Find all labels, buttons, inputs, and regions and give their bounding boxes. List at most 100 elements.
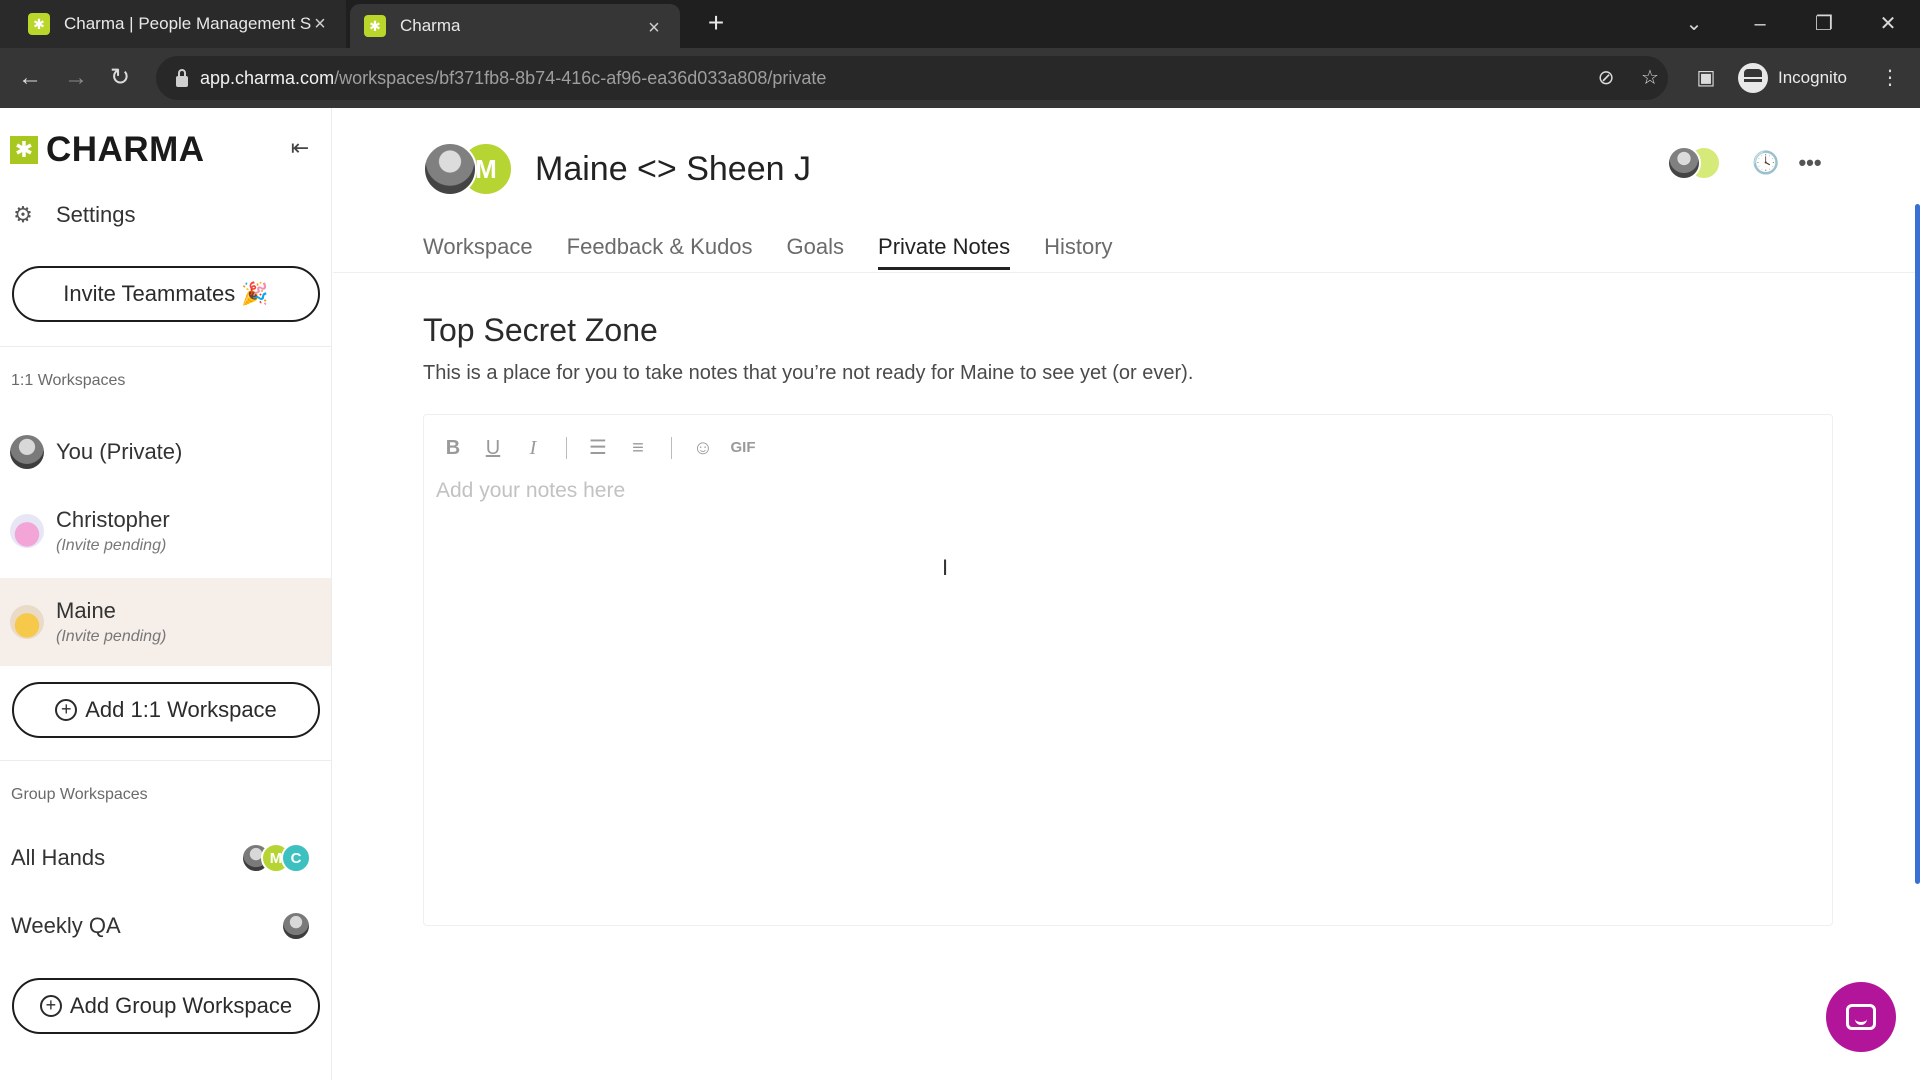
settings-label: Settings xyxy=(56,202,136,227)
settings-link[interactable]: ⚙ Settings xyxy=(10,202,136,228)
incognito-profile[interactable]: Incognito xyxy=(1738,60,1847,96)
tab-search-icon[interactable]: ⌄ xyxy=(1674,6,1714,42)
new-tab-icon[interactable]: + xyxy=(700,8,732,40)
window-close-icon[interactable]: ✕ xyxy=(1868,6,1908,42)
underline-button[interactable]: U xyxy=(480,435,506,461)
section-title: Top Secret Zone xyxy=(423,312,658,348)
avatar xyxy=(10,514,44,548)
workspace-name: Maine xyxy=(56,598,116,623)
chat-support-button[interactable] xyxy=(1826,982,1896,1052)
plus-circle-icon: + xyxy=(39,995,62,1017)
browser-toolbar: ← → ↻ app.charma.com/workspaces/bf371fb8… xyxy=(0,48,1920,108)
sidebar: ✱ CHARMA ⇤ ⚙ Settings Invite Teammates 🎉… xyxy=(0,108,332,1080)
bullet-list-icon[interactable]: ☰ xyxy=(585,435,611,461)
url-path: /workspaces/bf371fb8-8b74-416c-af96-ea36… xyxy=(334,68,827,88)
workspace-name: You (Private) xyxy=(56,439,183,464)
notes-editor[interactable]: B U I ☰ ≡ ☺ GIF Add your notes here I xyxy=(423,414,1833,926)
browser-tab-title: Charma xyxy=(400,16,461,35)
avatar: C xyxy=(281,843,311,873)
browser-tab-1[interactable]: ✱ Charma | People Management S × xyxy=(0,0,346,48)
url-text: app.charma.com/workspaces/bf371fb8-8b74-… xyxy=(200,68,826,89)
chat-icon xyxy=(1846,1004,1876,1030)
workspace-name: Christopher xyxy=(56,507,170,532)
collapse-sidebar-icon[interactable]: ⇤ xyxy=(286,134,314,162)
workspace-item-you[interactable]: You (Private) xyxy=(0,420,331,484)
incognito-label: Incognito xyxy=(1778,68,1847,87)
plus-circle-icon: + xyxy=(55,699,78,721)
browser-menu-icon[interactable]: ⋮ xyxy=(1874,62,1906,94)
bold-button[interactable]: B xyxy=(440,435,466,461)
workspace-status: (Invite pending) xyxy=(56,628,167,645)
back-icon[interactable]: ← xyxy=(14,62,46,94)
numbered-list-icon[interactable]: ≡ xyxy=(625,435,651,461)
group-heading: Group Workspaces xyxy=(11,786,148,803)
address-bar[interactable]: app.charma.com/workspaces/bf371fb8-8b74-… xyxy=(156,56,1668,100)
section-description: This is a place for you to take notes th… xyxy=(423,362,1194,384)
add-group-workspace-button[interactable]: + Add Group Workspace xyxy=(12,978,320,1034)
workspace-tabs: Workspace Feedback & Kudos Goals Private… xyxy=(423,234,1147,270)
main-content: M Maine <> Sheen J 🕓 ••• Workspace Feedb… xyxy=(333,108,1920,1080)
close-tab-icon[interactable]: × xyxy=(642,16,666,40)
eye-off-icon[interactable]: ⊘ xyxy=(1590,62,1622,94)
text-cursor-icon: I xyxy=(942,555,949,580)
avatar xyxy=(423,142,477,196)
participant-avatars[interactable] xyxy=(1667,146,1723,180)
group-name: Weekly QA xyxy=(11,913,121,938)
lock-icon xyxy=(176,69,188,87)
side-panel-icon[interactable]: ▣ xyxy=(1690,62,1722,94)
gif-button[interactable]: GIF xyxy=(730,435,756,461)
member-avatars xyxy=(281,911,311,941)
restore-icon[interactable]: ❐ xyxy=(1804,6,1844,42)
divider xyxy=(0,346,332,347)
avatar xyxy=(281,911,311,941)
clock-icon[interactable]: 🕓 xyxy=(1749,146,1783,180)
emoji-icon[interactable]: ☺ xyxy=(690,435,716,461)
workspace-status: (Invite pending) xyxy=(56,537,167,554)
avatar xyxy=(10,435,44,469)
toolbar-separator xyxy=(566,437,567,459)
toolbar-separator xyxy=(671,437,672,459)
member-avatars: M C xyxy=(241,843,311,873)
close-tab-icon[interactable]: × xyxy=(308,12,332,36)
incognito-icon xyxy=(1738,63,1768,93)
avatar xyxy=(10,605,44,639)
editor-placeholder: Add your notes here xyxy=(436,479,626,502)
editor-toolbar: B U I ☰ ≡ ☺ GIF xyxy=(440,435,770,461)
tab-feedback-kudos[interactable]: Feedback & Kudos xyxy=(567,234,753,270)
workspace-item-christopher[interactable]: Christopher (Invite pending) xyxy=(0,486,331,576)
charma-logo[interactable]: ✱ CHARMA xyxy=(10,130,205,170)
browser-tab-2[interactable]: ✱ Charma × xyxy=(350,4,680,48)
charma-favicon-icon: ✱ xyxy=(28,13,50,35)
charma-favicon-icon: ✱ xyxy=(364,15,386,37)
italic-button[interactable]: I xyxy=(520,435,546,461)
invite-teammates-button[interactable]: Invite Teammates 🎉 xyxy=(12,266,320,322)
tab-workspace[interactable]: Workspace xyxy=(423,234,533,270)
group-item-weekly-qa[interactable]: Weekly QA xyxy=(11,906,311,946)
minimize-icon[interactable]: – xyxy=(1740,6,1780,42)
url-host: app.charma.com xyxy=(200,68,335,88)
header-avatars: M xyxy=(423,142,513,196)
tab-goals[interactable]: Goals xyxy=(787,234,844,270)
logo-text: CHARMA xyxy=(46,130,205,169)
divider xyxy=(0,760,332,761)
star-icon[interactable]: ☆ xyxy=(1634,62,1666,94)
add-workspace-label: Add 1:1 Workspace xyxy=(85,697,277,722)
avatar xyxy=(1667,146,1701,180)
invite-teammates-label: Invite Teammates 🎉 xyxy=(63,281,269,306)
divider xyxy=(333,272,1920,273)
workspace-item-maine[interactable]: Maine (Invite pending) xyxy=(0,578,331,666)
reload-icon[interactable]: ↻ xyxy=(104,62,136,94)
one-on-one-heading: 1:1 Workspaces xyxy=(11,372,126,389)
charma-logo-icon: ✱ xyxy=(10,136,38,164)
add-workspace-button[interactable]: + Add 1:1 Workspace xyxy=(12,682,320,738)
group-item-all-hands[interactable]: All Hands M C xyxy=(11,838,311,878)
browser-tab-title: Charma | People Management S xyxy=(64,14,312,33)
forward-icon[interactable]: → xyxy=(60,62,92,94)
more-options-icon[interactable]: ••• xyxy=(1793,146,1827,180)
browser-tabstrip: ✱ Charma | People Management S × ✱ Charm… xyxy=(0,0,1920,48)
tab-history[interactable]: History xyxy=(1044,234,1112,270)
tab-private-notes[interactable]: Private Notes xyxy=(878,234,1011,270)
gear-icon: ⚙ xyxy=(13,202,33,227)
group-name: All Hands xyxy=(11,845,106,870)
scrollbar[interactable] xyxy=(1915,204,1920,884)
